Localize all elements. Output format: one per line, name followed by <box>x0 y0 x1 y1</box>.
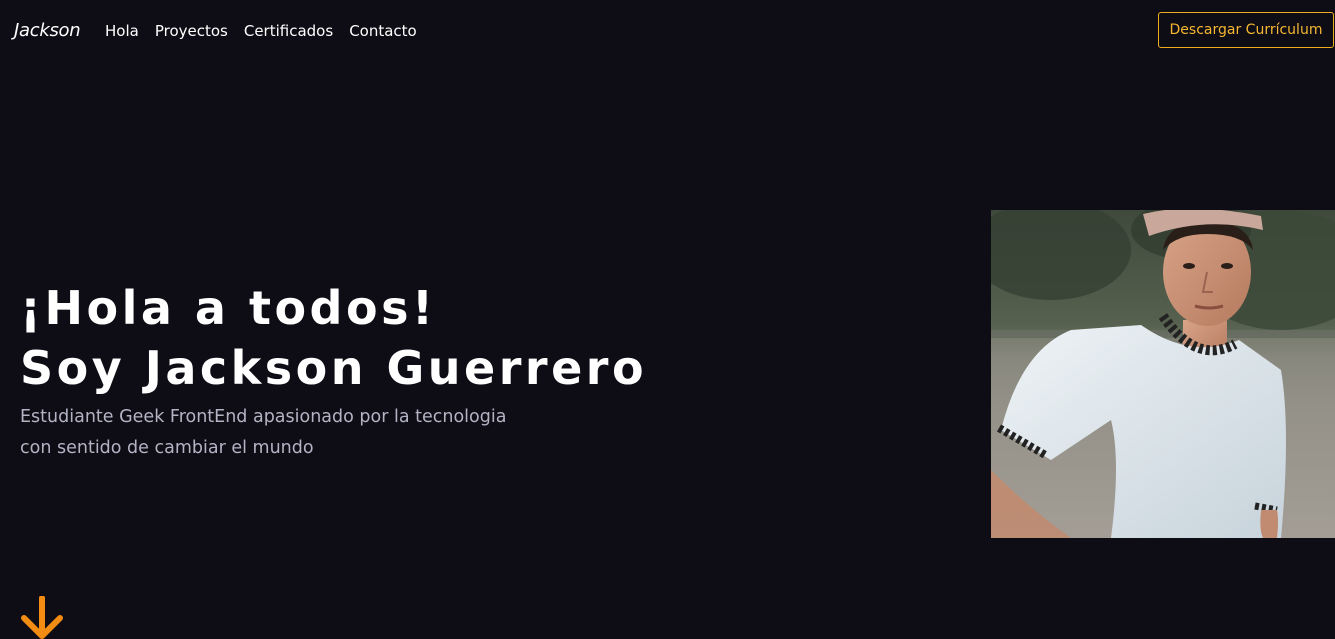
hero-title-line-1: ¡Hola a todos! <box>20 281 437 335</box>
navbar: Jackson Hola Proyectos Certificados Cont… <box>0 0 1335 62</box>
page: Jackson Hola Proyectos Certificados Cont… <box>0 0 1335 639</box>
nav-link-proyectos[interactable]: Proyectos <box>155 22 228 40</box>
nav-links: Hola Proyectos Certificados Contacto <box>105 22 417 40</box>
download-cv-button[interactable]: Descargar Currículum <box>1158 12 1334 48</box>
nav-link-certificados[interactable]: Certificados <box>244 22 333 40</box>
arrow-down-icon[interactable] <box>20 595 64 639</box>
hero-title-line-2: Soy Jackson Guerrero <box>20 341 648 395</box>
profile-photo <box>991 210 1335 538</box>
nav-link-contacto[interactable]: Contacto <box>349 22 417 40</box>
hero-subtitle-line-1: Estudiante Geek FrontEnd apasionado por … <box>20 407 507 427</box>
nav-link-hola[interactable]: Hola <box>105 22 139 40</box>
hero-subtitle-line-2: con sentido de cambiar el mundo <box>20 438 314 458</box>
brand-logo[interactable]: Jackson <box>14 20 81 41</box>
hero-title: ¡Hola a todos! Soy Jackson Guerrero <box>20 278 647 398</box>
hero-subtitle: Estudiante Geek FrontEnd apasionado por … <box>20 402 506 464</box>
